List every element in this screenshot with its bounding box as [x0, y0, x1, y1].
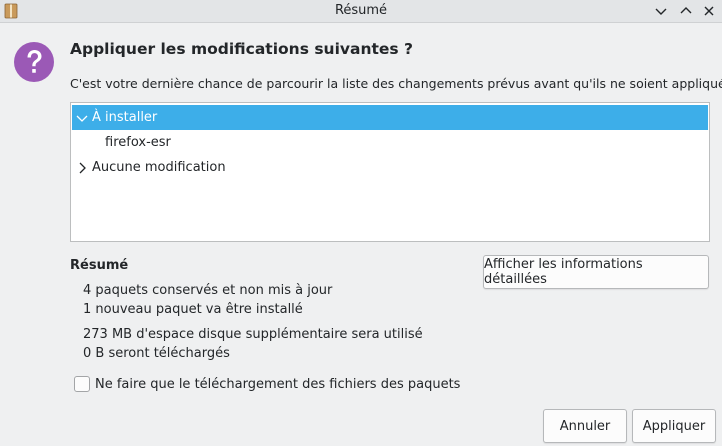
title-bar[interactable]: Résumé — [0, 0, 722, 23]
tree-item-label: firefox-esr — [105, 135, 171, 150]
chevron-down-icon — [655, 8, 667, 15]
chevron-right-icon[interactable] — [74, 160, 90, 176]
dialog-heading: Appliquer les modifications suivantes ? — [70, 40, 414, 58]
tree-item-package[interactable]: firefox-esr — [72, 130, 708, 155]
chevron-down-icon[interactable] — [74, 110, 90, 126]
download-only-option[interactable]: Ne faire que le téléchargement des fichi… — [74, 376, 460, 392]
maximize-button[interactable] — [676, 2, 696, 20]
cancel-button[interactable]: Annuler — [543, 409, 627, 443]
close-icon — [704, 6, 714, 16]
chevron-up-icon — [680, 7, 692, 14]
window-title: Résumé — [334, 3, 388, 18]
apply-button[interactable]: Appliquer — [632, 409, 716, 443]
tree-group-label: Aucune modification — [92, 160, 226, 175]
tree-group-no-change[interactable]: Aucune modification — [72, 155, 708, 180]
show-details-button[interactable]: Afficher les informations détaillées — [483, 255, 709, 289]
download-only-checkbox[interactable] — [74, 376, 90, 392]
summary-line: 1 nouveau paquet va être installé — [83, 302, 303, 317]
minimize-button[interactable] — [651, 2, 671, 20]
tree-group-install[interactable]: À installer — [72, 105, 708, 130]
tree-group-label: À installer — [92, 110, 158, 125]
question-icon — [13, 41, 55, 83]
download-only-label: Ne faire que le téléchargement des fichi… — [95, 376, 461, 392]
summary-line: 4 paquets conservés et non mis à jour — [83, 283, 333, 298]
summary-line: 273 MB d'espace disque supplémentaire se… — [83, 327, 423, 342]
summary-line: 0 B seront téléchargés — [83, 346, 230, 361]
summary-title: Résumé — [70, 258, 129, 273]
close-button[interactable] — [699, 2, 719, 20]
changes-tree[interactable]: À installer firefox-esr Aucune modificat… — [70, 102, 710, 242]
dialog-description: C'est votre dernière chance de parcourir… — [70, 76, 722, 91]
